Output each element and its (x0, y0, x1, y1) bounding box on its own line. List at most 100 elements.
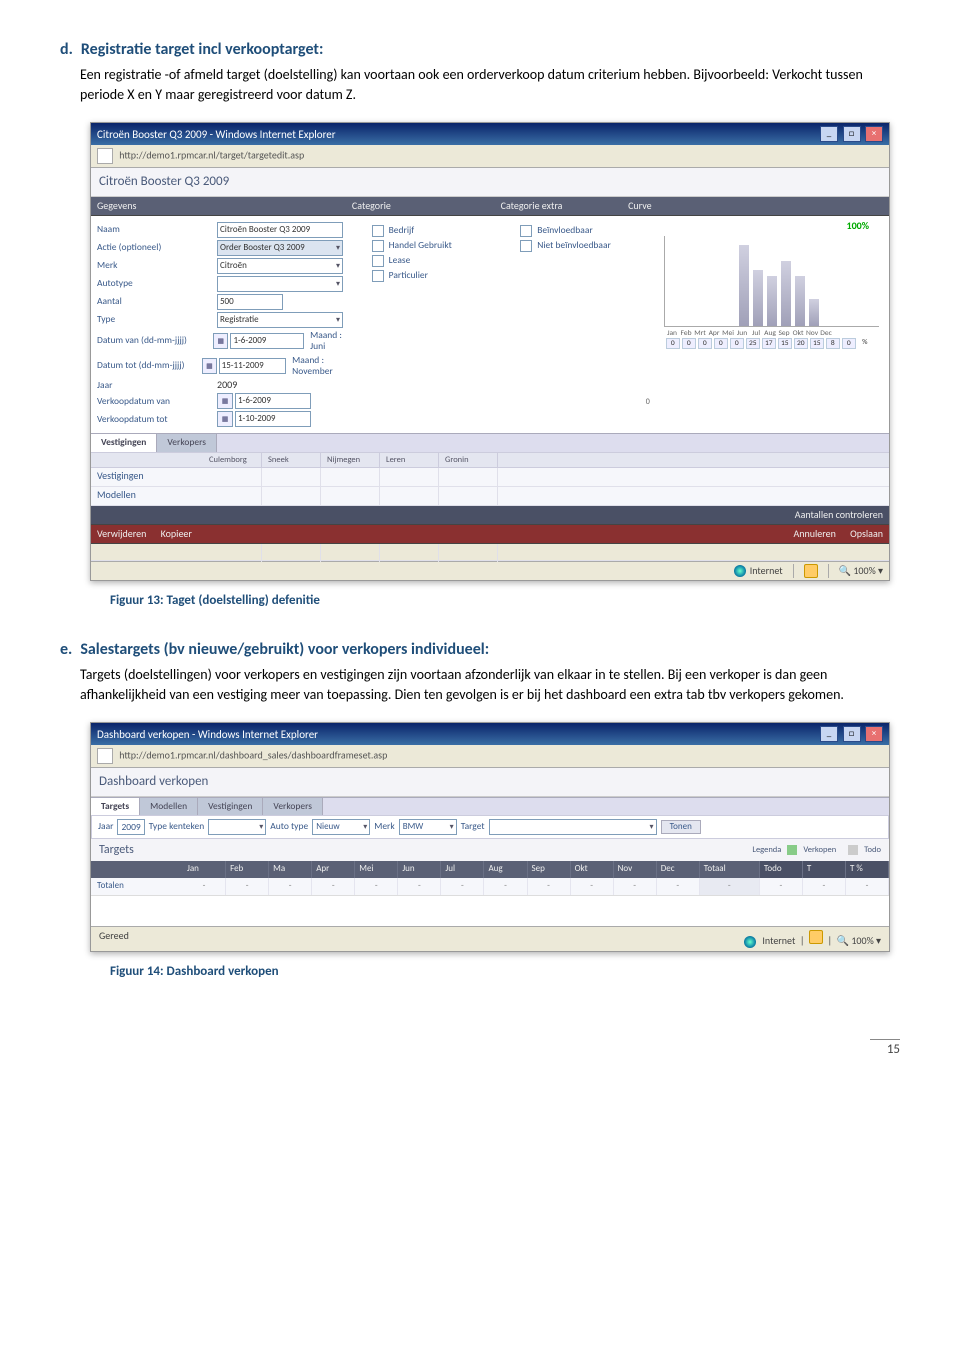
month-val-input[interactable]: 0 (730, 338, 744, 349)
select-type-kenteken[interactable] (208, 819, 266, 835)
month-val-input[interactable]: 0 (698, 338, 712, 349)
checkbox[interactable] (372, 225, 384, 237)
grid-cell[interactable] (262, 468, 321, 486)
grid-cell[interactable] (380, 487, 439, 505)
calendar-icon[interactable]: ▦ (217, 393, 233, 409)
curve-percent: 100% (652, 220, 879, 232)
grid-cell[interactable] (321, 487, 380, 505)
month-val-input[interactable]: 8 (826, 338, 840, 349)
grid-cell[interactable] (321, 468, 380, 486)
window-title: Dashboard verkopen - Windows Internet Ex… (97, 728, 318, 741)
cell: - (226, 878, 269, 895)
label-datum-tot: Datum tot (dd-mm-jjjj) (97, 360, 202, 371)
checkbox[interactable] (372, 240, 384, 252)
input-aantal[interactable]: 500 (217, 294, 283, 310)
zoom-control[interactable]: 🔍 100% ▾ (837, 934, 881, 947)
bar (739, 245, 749, 326)
curve-zero-label: 0 (646, 398, 650, 408)
checkbox[interactable] (372, 255, 384, 267)
checkbox[interactable] (520, 240, 532, 252)
aantallen-controleren-link[interactable]: Aantallen controleren (795, 509, 883, 521)
month-val-input[interactable]: 15 (778, 338, 792, 349)
calendar-icon[interactable]: ▦ (213, 333, 229, 349)
select-type[interactable]: Registratie (217, 312, 343, 328)
bar (781, 261, 791, 326)
col-totaal: Totaal (700, 861, 760, 878)
cell: - (441, 878, 484, 895)
close-button[interactable]: × (865, 126, 883, 142)
tab-verkopers[interactable]: Verkopers (263, 798, 323, 815)
tab-vestigingen[interactable]: Vestigingen (91, 434, 157, 451)
header-gegevens: Gegevens (97, 200, 352, 212)
month-label: Okt (792, 329, 805, 338)
bar (795, 276, 805, 326)
grid-cell[interactable] (203, 487, 262, 505)
select-actie[interactable]: Order Booster Q3 2009 (217, 240, 343, 256)
input-datum-tot[interactable]: 15-11-2009 (219, 358, 286, 374)
chk-bedrijf: Bedrijf (389, 225, 415, 236)
input-verkoopdatum-van[interactable]: 1-6-2009 (235, 393, 311, 409)
month-val-input[interactable]: 15 (810, 338, 824, 349)
url-text: http://demo1.rpmcar.nl/dashboard_sales/d… (119, 749, 387, 762)
input-verkoopdatum-tot[interactable]: 1-10-2009 (235, 411, 311, 427)
opslaan-button[interactable]: Opslaan (850, 527, 883, 540)
legend-label: Legenda (752, 845, 781, 855)
select-merk[interactable]: BMW (399, 819, 457, 835)
tab-vestigingen[interactable]: Vestigingen (198, 798, 263, 815)
calendar-icon[interactable]: ▦ (217, 411, 233, 427)
month-val-input[interactable]: 20 (794, 338, 808, 349)
col-mei: Mei (355, 861, 398, 878)
legend-swatch-todo (848, 845, 858, 855)
minimize-button[interactable]: _ (820, 126, 838, 142)
internet-icon (744, 936, 756, 948)
grid-header-blank (91, 453, 203, 467)
input-datum-van[interactable]: 1-6-2009 (230, 333, 304, 349)
cell: - (269, 878, 312, 895)
grid-cell[interactable] (439, 468, 498, 486)
month-val-input[interactable]: 0 (666, 338, 680, 349)
cell: - (803, 878, 846, 895)
window-titlebar: Dashboard verkopen - Windows Internet Ex… (91, 723, 889, 745)
month-val-input[interactable]: 0 (842, 338, 856, 349)
shield-icon (804, 564, 818, 578)
minimize-button[interactable]: _ (820, 726, 838, 742)
month-val-input[interactable]: 17 (762, 338, 776, 349)
calendar-icon[interactable]: ▦ (202, 358, 216, 374)
annuleren-button[interactable]: Annuleren (793, 527, 835, 540)
month-val-input[interactable]: 0 (714, 338, 728, 349)
month-label: Jun (736, 329, 749, 338)
select-autotype[interactable] (217, 276, 343, 292)
input-naam[interactable]: Citroën Booster Q3 2009 (217, 222, 343, 238)
bar (753, 270, 763, 326)
action-bar: Verwijderen Kopieer Annuleren Opslaan (91, 525, 889, 544)
verwijderen-button[interactable]: Verwijderen (97, 527, 146, 540)
input-jaar[interactable]: 2009 (117, 819, 144, 835)
month-val-input[interactable]: 0 (682, 338, 696, 349)
col-jul: Jul (441, 861, 484, 878)
grid-cell[interactable] (380, 468, 439, 486)
month-val-input[interactable]: 25 (746, 338, 760, 349)
kopieer-button[interactable]: Kopieer (161, 527, 192, 540)
grid-cell[interactable] (439, 487, 498, 505)
zoom-control[interactable]: 🔍 100% ▾ (839, 565, 883, 577)
cell-total: - (700, 878, 760, 895)
close-button[interactable]: × (865, 726, 883, 742)
tab-verkopers[interactable]: Verkopers (157, 434, 217, 451)
maximize-button[interactable]: □ (843, 126, 861, 142)
tonen-button[interactable]: Tonen (661, 820, 701, 835)
select-autotype[interactable]: Nieuw (312, 819, 370, 835)
maximize-button[interactable]: □ (843, 726, 861, 742)
checkbox[interactable] (520, 225, 532, 237)
header-categorie-extra: Categorie extra (501, 200, 628, 212)
checkbox[interactable] (372, 270, 384, 282)
col-sep: Sep (528, 861, 571, 878)
header-curve: Curve (628, 200, 883, 212)
page-number: 15 (870, 1039, 900, 1057)
tab-targets[interactable]: Targets (91, 798, 140, 815)
section-d-body: Een registratie -of afmeld target (doels… (80, 65, 900, 104)
select-target[interactable] (489, 819, 657, 835)
grid-cell[interactable] (262, 487, 321, 505)
select-merk[interactable]: Citroën (217, 258, 343, 274)
tab-modellen[interactable]: Modellen (140, 798, 198, 815)
grid-cell[interactable] (203, 468, 262, 486)
